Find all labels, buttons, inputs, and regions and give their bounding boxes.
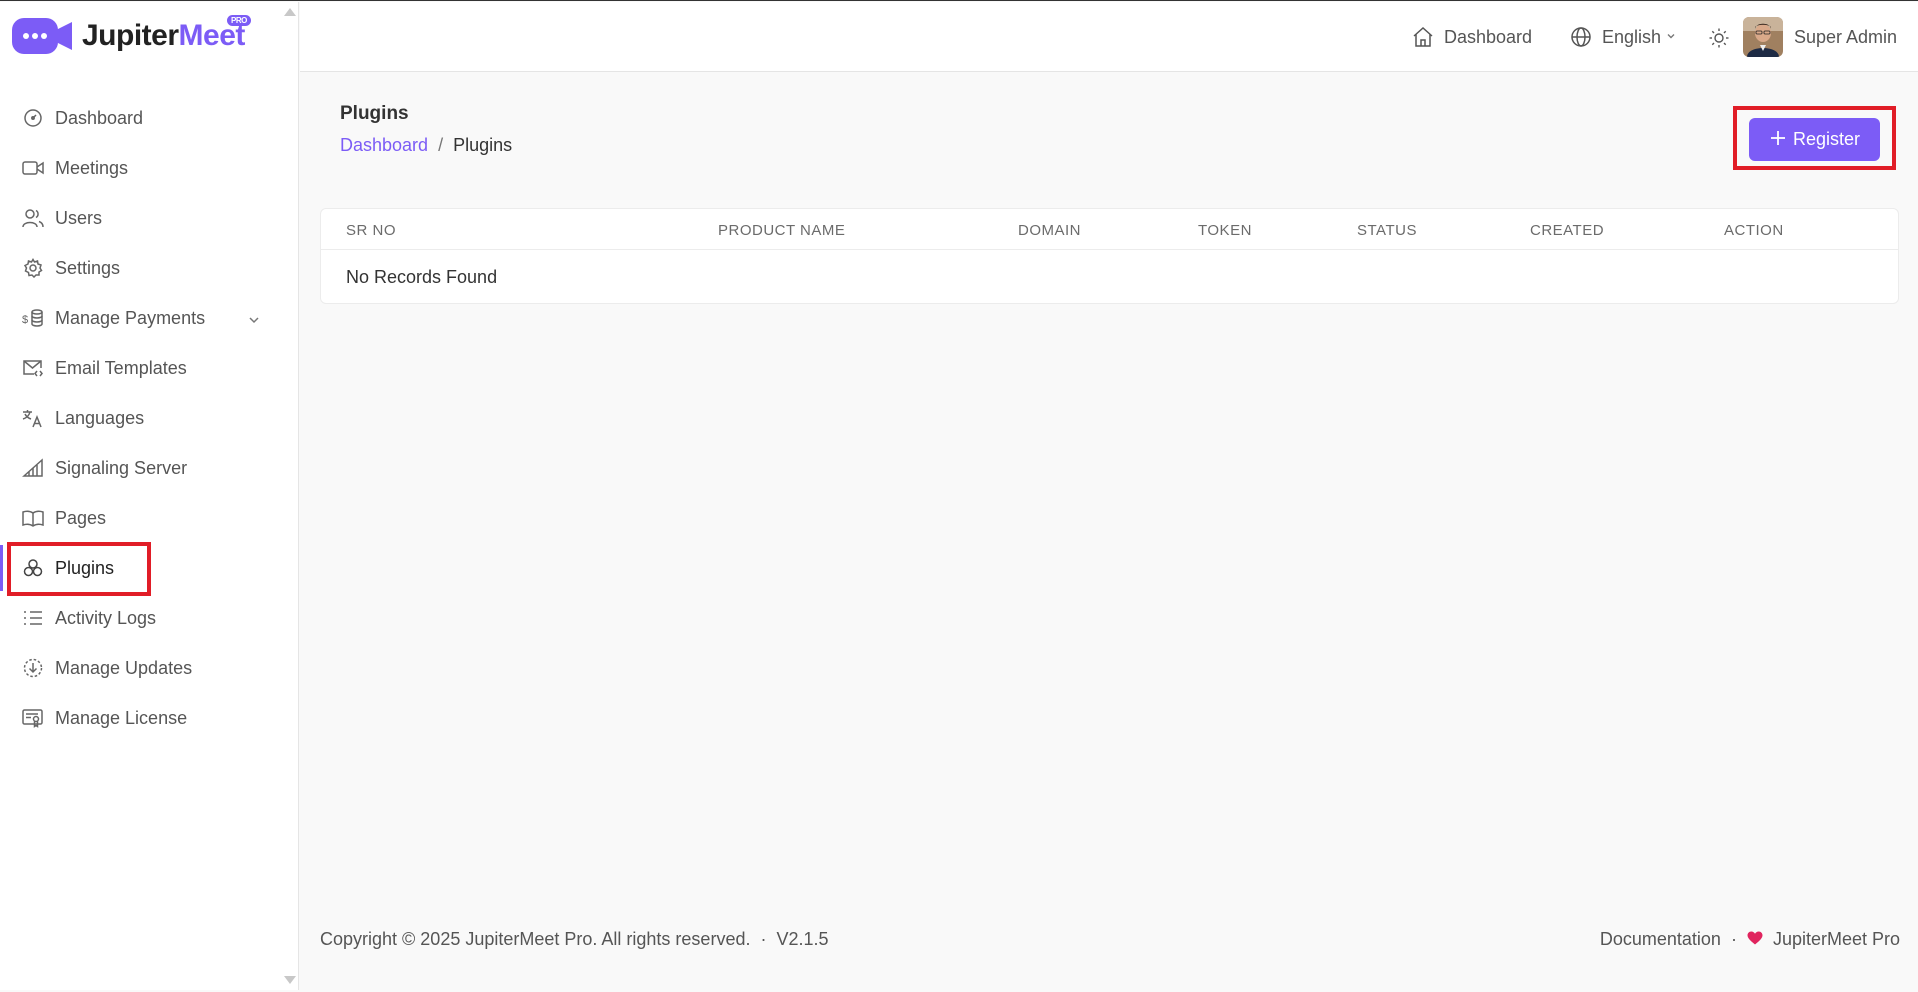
chevron-down-icon[interactable] [248,310,260,331]
footer-copyright: Copyright © 2025 JupiterMeet Pro. All ri… [320,929,829,950]
sidebar-item-pages[interactable]: Pages [0,493,299,543]
user-name[interactable]: Super Admin [1794,27,1897,48]
sidebar-item-label: Dashboard [55,107,144,128]
sidebar-item-label: Manage Payments [55,307,206,328]
sidebar-item-languages[interactable]: Languages [0,393,299,443]
sidebar-item-label: Languages [55,407,145,428]
plugins-icon [22,557,44,579]
column-header-action: ACTION [1724,222,1784,239]
sidebar-item-users[interactable]: Users [0,193,299,243]
gear-icon [22,257,44,279]
breadcrumb-current: Plugins [453,135,513,155]
register-button-label: Register [1792,129,1861,149]
signal-icon [22,457,44,479]
sidebar-item-dashboard[interactable]: Dashboard [0,93,299,143]
column-header-status[interactable]: STATUS [1357,222,1417,239]
sidebar-item-plugins[interactable]: Plugins [0,543,299,593]
table-header: SR NO PRODUCT NAME DOMAIN TOKEN STATUS C… [321,209,1898,250]
sidebar-item-label: Activity Logs [55,607,157,628]
logo-video-icon [12,16,74,56]
column-header-token[interactable]: TOKEN [1198,222,1252,239]
sidebar-item-label: Manage License [55,707,188,728]
version-text: V2.1.5 [776,929,829,949]
sidebar: JupiterMeet PRO Dashboard Meetings Users… [0,2,299,990]
video-icon [22,157,44,179]
topbar-dashboard-link[interactable]: Dashboard [1412,26,1532,48]
home-icon [1412,26,1434,48]
sidebar-item-label: Signaling Server [55,457,188,478]
book-icon [22,507,44,529]
sidebar-item-label: Users [55,207,103,228]
sidebar-item-label: Plugins [55,557,115,578]
empty-state-message: No Records Found [346,267,498,287]
copyright-text: Copyright © 2025 JupiterMeet Pro. All ri… [320,929,751,949]
documentation-link[interactable]: Documentation [1600,929,1721,950]
download-circle-icon [22,657,44,679]
users-icon [22,207,44,229]
page-title: Plugins [340,103,409,124]
brand-name-part1: Jupiter [82,19,179,52]
column-header-created[interactable]: CREATED [1530,222,1604,239]
column-header-product-name[interactable]: PRODUCT NAME [718,222,845,239]
footer-separator: · [1730,929,1737,949]
brand-logo[interactable]: JupiterMeet PRO [12,15,251,56]
sidebar-item-manage-payments[interactable]: $ Manage Payments [0,293,299,343]
coins-icon: $ [22,307,44,329]
plugins-table: SR NO PRODUCT NAME DOMAIN TOKEN STATUS C… [320,208,1899,304]
sidebar-item-settings[interactable]: Settings [0,243,299,293]
column-header-sr-no[interactable]: SR NO [346,222,396,239]
sidebar-item-email-templates[interactable]: Email Templates [0,343,299,393]
scroll-up-arrow[interactable] [284,8,296,16]
sidebar-item-label: Email Templates [55,357,187,378]
scroll-down-arrow[interactable] [284,976,296,984]
gauge-icon [22,107,44,129]
topbar-dashboard-label: Dashboard [1444,26,1533,47]
mail-code-icon [22,357,44,379]
breadcrumb-separator: / [438,135,444,155]
pro-badge: PRO [227,15,251,26]
sidebar-item-manage-updates[interactable]: Manage Updates [0,643,299,693]
sidebar-item-meetings[interactable]: Meetings [0,143,299,193]
list-icon [22,607,44,629]
heart-icon [1747,929,1763,950]
globe-icon [1570,26,1592,48]
sidebar-item-label: Pages [55,507,107,528]
brand-name: JupiterMeet PRO [82,15,251,53]
breadcrumb: Dashboard / Plugins [340,135,512,156]
footer-separator: · [760,929,767,949]
sidebar-item-label: Manage Updates [55,657,193,678]
sidebar-item-label: Settings [55,257,121,278]
app-root: JupiterMeet PRO Dashboard Meetings Users… [0,0,1918,992]
sidebar-item-signaling-server[interactable]: Signaling Server [0,443,299,493]
language-selector[interactable]: English [1570,26,1676,48]
sidebar-nav: Dashboard Meetings Users Settings $ Mana… [0,93,299,743]
sidebar-item-manage-license[interactable]: Manage License [0,693,299,743]
license-icon [22,707,44,729]
sidebar-item-activity-logs[interactable]: Activity Logs [0,593,299,643]
breadcrumb-home-link[interactable]: Dashboard [340,135,428,156]
footer-brand-link[interactable]: JupiterMeet Pro [1773,929,1900,950]
sun-icon[interactable] [1708,27,1730,49]
footer-links: Documentation · JupiterMeet Pro [1600,929,1900,950]
sidebar-item-label: Meetings [55,157,129,178]
avatar[interactable] [1743,17,1783,57]
topbar: Dashboard English Super Admin [300,2,1918,72]
column-header-domain[interactable]: DOMAIN [1018,222,1081,239]
language-label: English [1602,26,1662,47]
svg-text:$: $ [22,314,28,326]
plus-icon [1769,128,1787,152]
chevron-down-icon [1666,31,1676,44]
register-button[interactable]: Register [1749,118,1880,161]
translate-icon [22,407,44,429]
